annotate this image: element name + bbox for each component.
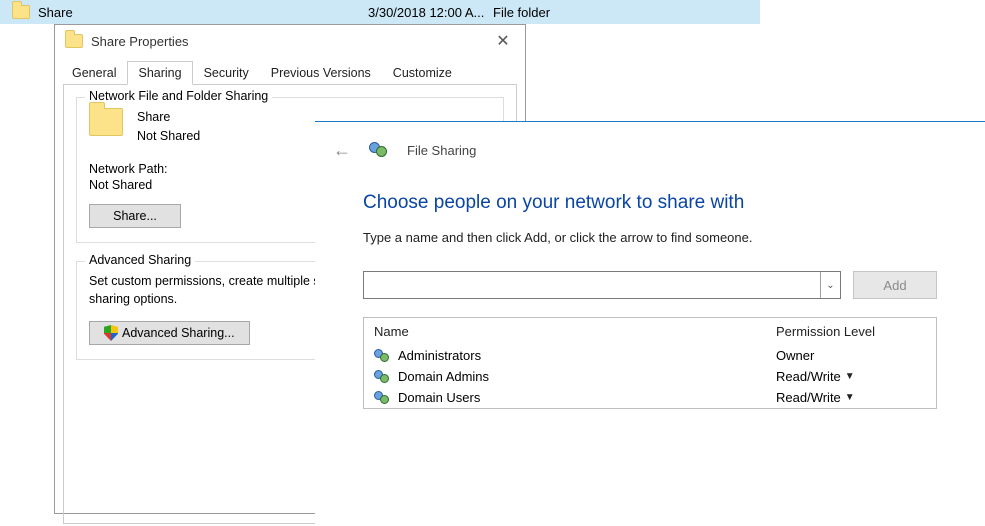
file-date: 3/30/2018 12:00 A... <box>368 5 493 20</box>
row-name-cell: Domain Users <box>374 390 776 405</box>
shield-icon <box>104 325 118 341</box>
permission-value: Read/Write <box>776 390 841 405</box>
permission-cell: Owner <box>776 348 926 363</box>
file-sharing-dialog: ← File Sharing Choose people on your net… <box>315 121 985 526</box>
people-group-icon <box>374 349 390 363</box>
share-button[interactable]: Share... <box>89 204 181 228</box>
folder-icon <box>12 5 30 19</box>
column-permission[interactable]: Permission Level <box>776 324 926 339</box>
permission-cell[interactable]: Read/Write ▼ <box>776 390 926 405</box>
file-sharing-heading: Choose people on your network to share w… <box>363 192 937 214</box>
file-sharing-subtext: Type a name and then click Add, or click… <box>363 230 937 245</box>
share-item-name: Share <box>137 108 200 127</box>
group-legend: Advanced Sharing <box>85 253 195 267</box>
tab-previous-versions[interactable]: Previous Versions <box>260 61 382 85</box>
properties-tabs: General Sharing Security Previous Versio… <box>55 57 525 84</box>
row-name-cell: Domain Admins <box>374 369 776 384</box>
people-group-icon <box>374 370 390 384</box>
file-sharing-title: File Sharing <box>407 143 476 158</box>
folder-icon <box>89 108 123 136</box>
explorer-row[interactable]: Share 3/30/2018 12:00 A... File folder <box>0 0 760 24</box>
table-row[interactable]: Domain Admins Read/Write ▼ <box>364 366 936 387</box>
folder-icon <box>65 34 83 48</box>
tab-security[interactable]: Security <box>193 61 260 85</box>
people-table: Name Permission Level Administrators Owne… <box>363 317 937 409</box>
share-button-label: Share... <box>113 209 157 223</box>
close-button[interactable]: ✕ <box>481 27 525 55</box>
table-row[interactable]: Administrators Owner <box>364 345 936 366</box>
tab-general[interactable]: General <box>61 61 127 85</box>
row-name-cell: Administrators <box>374 348 776 363</box>
file-name: Share <box>38 5 368 20</box>
people-combobox[interactable]: ⌄ <box>363 271 841 299</box>
close-icon: ✕ <box>496 31 509 51</box>
row-name: Administrators <box>398 348 481 363</box>
chevron-down-icon: ⌄ <box>826 280 834 291</box>
people-group-icon <box>369 142 389 158</box>
permission-value: Read/Write <box>776 369 841 384</box>
back-button[interactable]: ← <box>333 140 351 161</box>
row-name: Domain Admins <box>398 369 489 384</box>
properties-title: Share Properties <box>91 34 481 49</box>
chevron-down-icon: ▼ <box>845 371 855 382</box>
tab-sharing[interactable]: Sharing <box>127 61 192 85</box>
advanced-sharing-button[interactable]: Advanced Sharing... <box>89 321 250 345</box>
people-input[interactable] <box>364 272 820 298</box>
tab-customize[interactable]: Customize <box>382 61 463 85</box>
file-type: File folder <box>493 5 760 20</box>
share-item-status: Not Shared <box>137 127 200 146</box>
people-group-icon <box>374 391 390 405</box>
group-legend: Network File and Folder Sharing <box>85 89 272 103</box>
column-name[interactable]: Name <box>374 324 776 339</box>
file-sharing-header: ← File Sharing <box>315 122 985 178</box>
properties-titlebar[interactable]: Share Properties ✕ <box>55 25 525 57</box>
add-button[interactable]: Add <box>853 271 937 299</box>
row-name: Domain Users <box>398 390 480 405</box>
permission-cell[interactable]: Read/Write ▼ <box>776 369 926 384</box>
add-button-label: Add <box>883 278 906 293</box>
advanced-sharing-button-label: Advanced Sharing... <box>122 326 235 340</box>
chevron-down-icon: ▼ <box>845 392 855 403</box>
people-table-header: Name Permission Level <box>364 318 936 345</box>
people-dropdown-button[interactable]: ⌄ <box>820 272 840 298</box>
permission-value: Owner <box>776 348 814 363</box>
table-row[interactable]: Domain Users Read/Write ▼ <box>364 387 936 408</box>
